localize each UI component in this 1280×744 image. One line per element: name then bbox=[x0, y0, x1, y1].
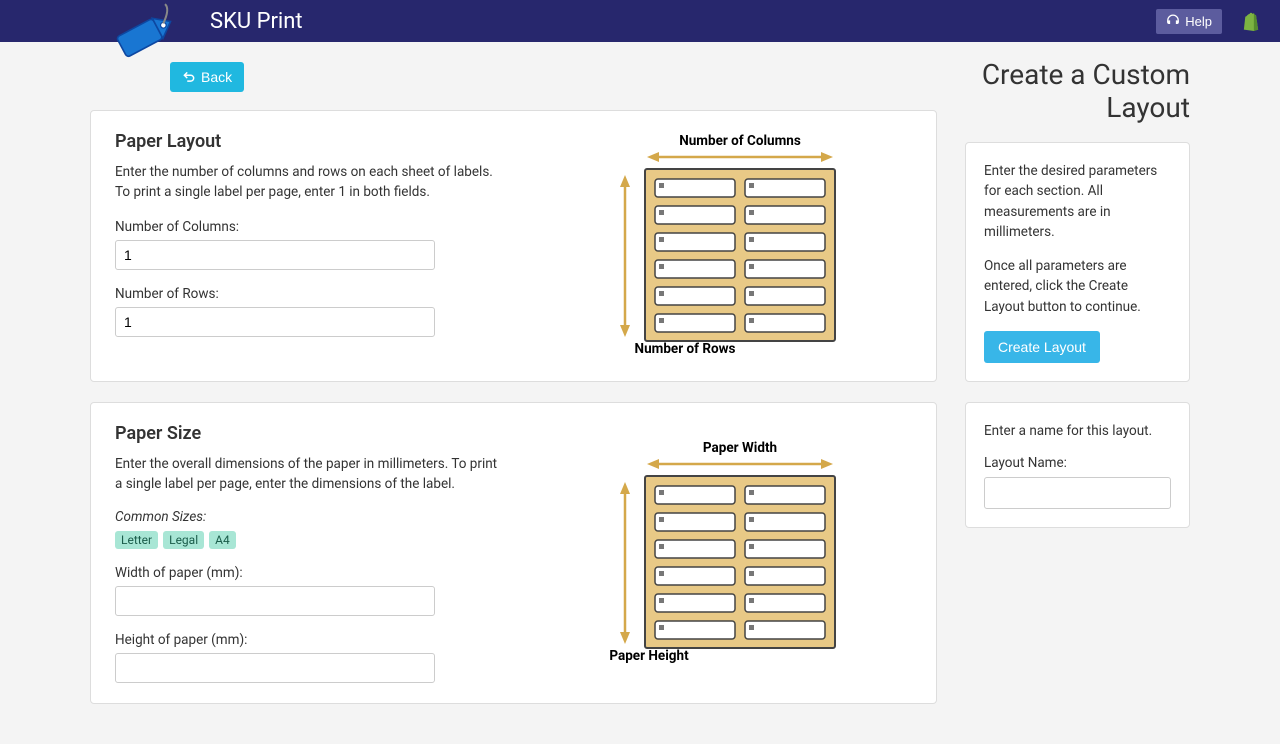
svg-text:Number of Columns: Number of Columns bbox=[679, 133, 801, 149]
badge-letter[interactable]: Letter bbox=[115, 531, 158, 549]
size-diagram: Paper Width Paper Height bbox=[585, 438, 855, 668]
undo-icon bbox=[182, 70, 196, 84]
paper-size-card: Paper Size Enter the overall dimensions … bbox=[90, 402, 937, 704]
layout-diagram: Number of Columns Number of Rows bbox=[585, 131, 855, 361]
logo-tag-icon bbox=[100, 2, 185, 67]
svg-text:Number of Rows: Number of Rows bbox=[635, 341, 736, 357]
svg-text:Paper Height: Paper Height bbox=[610, 648, 690, 664]
app-header: SKU Print Help bbox=[0, 0, 1280, 42]
badge-legal[interactable]: Legal bbox=[163, 531, 204, 549]
cols-input[interactable] bbox=[115, 240, 435, 270]
paper-layout-card: Paper Layout Enter the number of columns… bbox=[90, 110, 937, 382]
svg-text:Paper Width: Paper Width bbox=[703, 440, 777, 456]
app-title: SKU Print bbox=[210, 9, 303, 34]
paper-size-title: Paper Size bbox=[115, 423, 499, 444]
create-layout-button[interactable]: Create Layout bbox=[984, 331, 1100, 363]
rows-label: Number of Rows: bbox=[115, 286, 499, 302]
layout-name-input[interactable] bbox=[984, 477, 1171, 509]
height-input[interactable] bbox=[115, 653, 435, 683]
page-title: Create a Custom Layout bbox=[965, 58, 1190, 124]
common-sizes-label: Common Sizes: bbox=[115, 509, 499, 525]
instructions-card: Enter the desired parameters for each se… bbox=[965, 142, 1190, 382]
height-label: Height of paper (mm): bbox=[115, 632, 499, 648]
paper-layout-title: Paper Layout bbox=[115, 131, 499, 152]
cols-label: Number of Columns: bbox=[115, 219, 499, 235]
rows-input[interactable] bbox=[115, 307, 435, 337]
shopify-icon[interactable] bbox=[1242, 11, 1260, 31]
badge-a4[interactable]: A4 bbox=[209, 531, 236, 549]
paper-layout-desc: Enter the number of columns and rows on … bbox=[115, 162, 499, 203]
width-label: Width of paper (mm): bbox=[115, 565, 499, 581]
layout-name-label: Layout Name: bbox=[984, 455, 1171, 471]
name-prompt: Enter a name for this layout. bbox=[984, 421, 1171, 441]
intro-text-1: Enter the desired parameters for each se… bbox=[984, 161, 1171, 242]
width-input[interactable] bbox=[115, 586, 435, 616]
intro-text-2: Once all parameters are entered, click t… bbox=[984, 256, 1171, 317]
help-button[interactable]: Help bbox=[1156, 9, 1222, 34]
paper-size-desc: Enter the overall dimensions of the pape… bbox=[115, 454, 499, 495]
layout-name-card: Enter a name for this layout. Layout Nam… bbox=[965, 402, 1190, 528]
headset-icon bbox=[1166, 14, 1180, 28]
